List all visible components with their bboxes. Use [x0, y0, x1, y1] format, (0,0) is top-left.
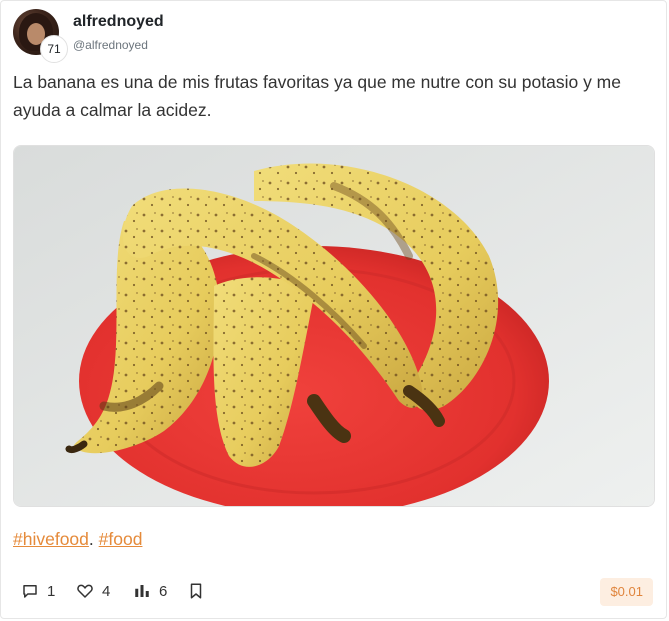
- comment-icon: [23, 585, 37, 598]
- like-button[interactable]: 4: [76, 582, 110, 600]
- views-button[interactable]: 6: [133, 582, 167, 600]
- post-body: La banana es una de mis frutas favoritas…: [13, 72, 621, 120]
- author-username[interactable]: alfrednoyed: [73, 13, 164, 31]
- bananas-photo: [14, 146, 654, 506]
- author-handle[interactable]: @alfrednoyed: [73, 38, 148, 52]
- tag-separator: .: [88, 529, 99, 549]
- post-actions: 1 4 6 $0.01: [1, 578, 666, 608]
- bookmark-icon: [190, 583, 202, 599]
- reputation-badge: 71: [40, 35, 68, 63]
- bar-chart-icon: [135, 585, 149, 597]
- like-count: 4: [102, 582, 111, 600]
- tag-food[interactable]: #food: [99, 529, 143, 549]
- post-card: 71 alfrednoyed @alfrednoyed La banana es…: [0, 0, 667, 619]
- heart-icon: [77, 584, 93, 598]
- comment-button[interactable]: 1: [21, 582, 55, 600]
- tags-line: #hivefood. #food: [13, 529, 142, 550]
- bookmark-button[interactable]: [187, 582, 205, 600]
- payout-badge[interactable]: $0.01: [600, 578, 653, 606]
- view-count: 6: [159, 582, 168, 600]
- tag-hivefood[interactable]: #hivefood: [13, 529, 89, 549]
- post-image[interactable]: [13, 145, 655, 507]
- comment-count: 1: [47, 582, 56, 600]
